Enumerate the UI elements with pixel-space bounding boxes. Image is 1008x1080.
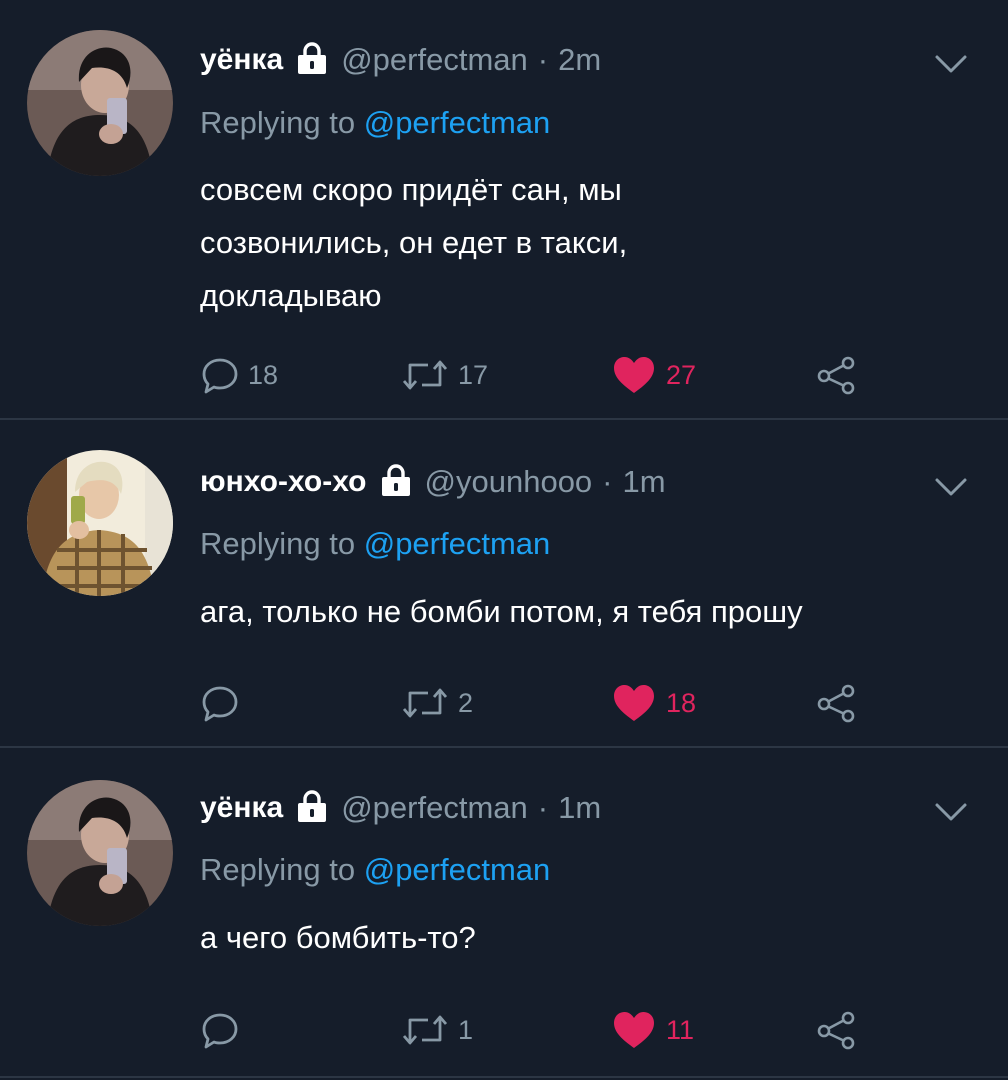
mention-link[interactable]: @perfectman	[364, 852, 551, 887]
heart-icon	[612, 1010, 656, 1050]
tweet-header: уёнка @perfectman · 2m	[200, 40, 601, 80]
retweet-count: 17	[458, 359, 489, 390]
replying-to: Replying to @perfectman	[200, 852, 550, 888]
like-count: 18	[666, 687, 697, 718]
share-icon	[815, 1010, 859, 1050]
tweet-header: юнхо-хо-хо @younhooo · 1m	[200, 462, 666, 502]
retweet-button[interactable]: 17	[400, 355, 488, 395]
display-name[interactable]: уёнка	[200, 791, 283, 825]
separator-dot: ·	[537, 790, 549, 825]
retweet-count: 2	[458, 687, 474, 718]
reply-button[interactable]	[200, 1010, 248, 1050]
avatar[interactable]	[27, 780, 173, 926]
mention-link[interactable]: @perfectman	[364, 526, 551, 561]
replying-to: Replying to @perfectman	[200, 526, 550, 562]
tweet[interactable]: уёнка @perfectman · 1m Replying to @perf…	[0, 748, 1008, 1078]
reply-button[interactable]: 18	[200, 355, 278, 395]
reply-icon	[200, 1010, 240, 1050]
tweet-text: совсем скоро придёт сан, мы созвонились,…	[200, 163, 980, 322]
replying-label: Replying to	[200, 852, 356, 887]
tweet-text-line: докладываю	[200, 278, 382, 313]
tweet-text-line: а чего бомбить-то?	[200, 920, 476, 955]
timestamp[interactable]: 1m	[558, 790, 601, 826]
display-name[interactable]: уёнка	[200, 43, 283, 77]
chevron-down-icon[interactable]	[934, 52, 968, 76]
heart-icon	[612, 683, 656, 723]
lock-icon	[295, 789, 329, 828]
share-button[interactable]	[815, 1010, 859, 1050]
share-button[interactable]	[815, 355, 859, 395]
replying-to: Replying to @perfectman	[200, 105, 550, 141]
like-count: 27	[666, 359, 697, 390]
retweet-button[interactable]: 2	[400, 683, 473, 723]
replying-label: Replying to	[200, 526, 356, 561]
reply-count: 18	[248, 359, 279, 390]
reply-icon	[200, 683, 240, 723]
like-button[interactable]: 11	[612, 1010, 694, 1050]
username-handle[interactable]: @perfectman	[341, 790, 528, 826]
action-bar: 2 18	[200, 683, 900, 723]
action-bar: 18 17 27	[200, 355, 900, 395]
share-icon	[815, 683, 859, 723]
like-button[interactable]: 18	[612, 683, 696, 723]
retweet-icon	[400, 683, 450, 723]
separator-dot: ·	[537, 42, 549, 77]
chevron-down-icon[interactable]	[934, 800, 968, 824]
retweet-count: 1	[458, 1014, 474, 1045]
timestamp[interactable]: 1m	[623, 464, 666, 500]
tweet[interactable]: юнхо-хо-хо @younhooo · 1m Replying to @p…	[0, 420, 1008, 748]
avatar[interactable]	[27, 30, 173, 176]
lock-icon	[295, 41, 329, 80]
retweet-icon	[400, 355, 450, 395]
tweet-header: уёнка @perfectman · 1m	[200, 788, 601, 828]
lock-icon	[379, 463, 413, 502]
tweet[interactable]: уёнка @perfectman · 2m Replying to @perf…	[0, 0, 1008, 420]
username-handle[interactable]: @younhooo	[425, 464, 593, 500]
retweet-icon	[400, 1010, 450, 1050]
timestamp[interactable]: 2m	[558, 42, 601, 78]
reply-icon	[200, 355, 240, 395]
tweet-text: ага, только не бомби потом, я тебя прошу	[200, 585, 980, 638]
action-bar: 1 11	[200, 1010, 900, 1050]
retweet-button[interactable]: 1	[400, 1010, 473, 1050]
tweet-text-line: совсем скоро придёт сан, мы	[200, 172, 622, 207]
share-icon	[815, 355, 859, 395]
username-handle[interactable]: @perfectman	[341, 42, 528, 78]
tweet-text: а чего бомбить-то?	[200, 911, 980, 964]
separator-dot: ·	[602, 464, 613, 499]
heart-icon	[612, 355, 656, 395]
chevron-down-icon[interactable]	[934, 475, 968, 499]
share-button[interactable]	[815, 683, 859, 723]
avatar[interactable]	[27, 450, 173, 596]
reply-button[interactable]	[200, 683, 248, 723]
replying-label: Replying to	[200, 105, 356, 140]
like-count: 11	[666, 1014, 695, 1045]
like-button[interactable]: 27	[612, 355, 696, 395]
mention-link[interactable]: @perfectman	[364, 105, 551, 140]
tweet-text-line: ага, только не бомби потом, я тебя прошу	[200, 594, 803, 629]
display-name[interactable]: юнхо-хо-хо	[200, 465, 367, 499]
tweet-text-line: созвонились, он едет в такси,	[200, 225, 628, 260]
